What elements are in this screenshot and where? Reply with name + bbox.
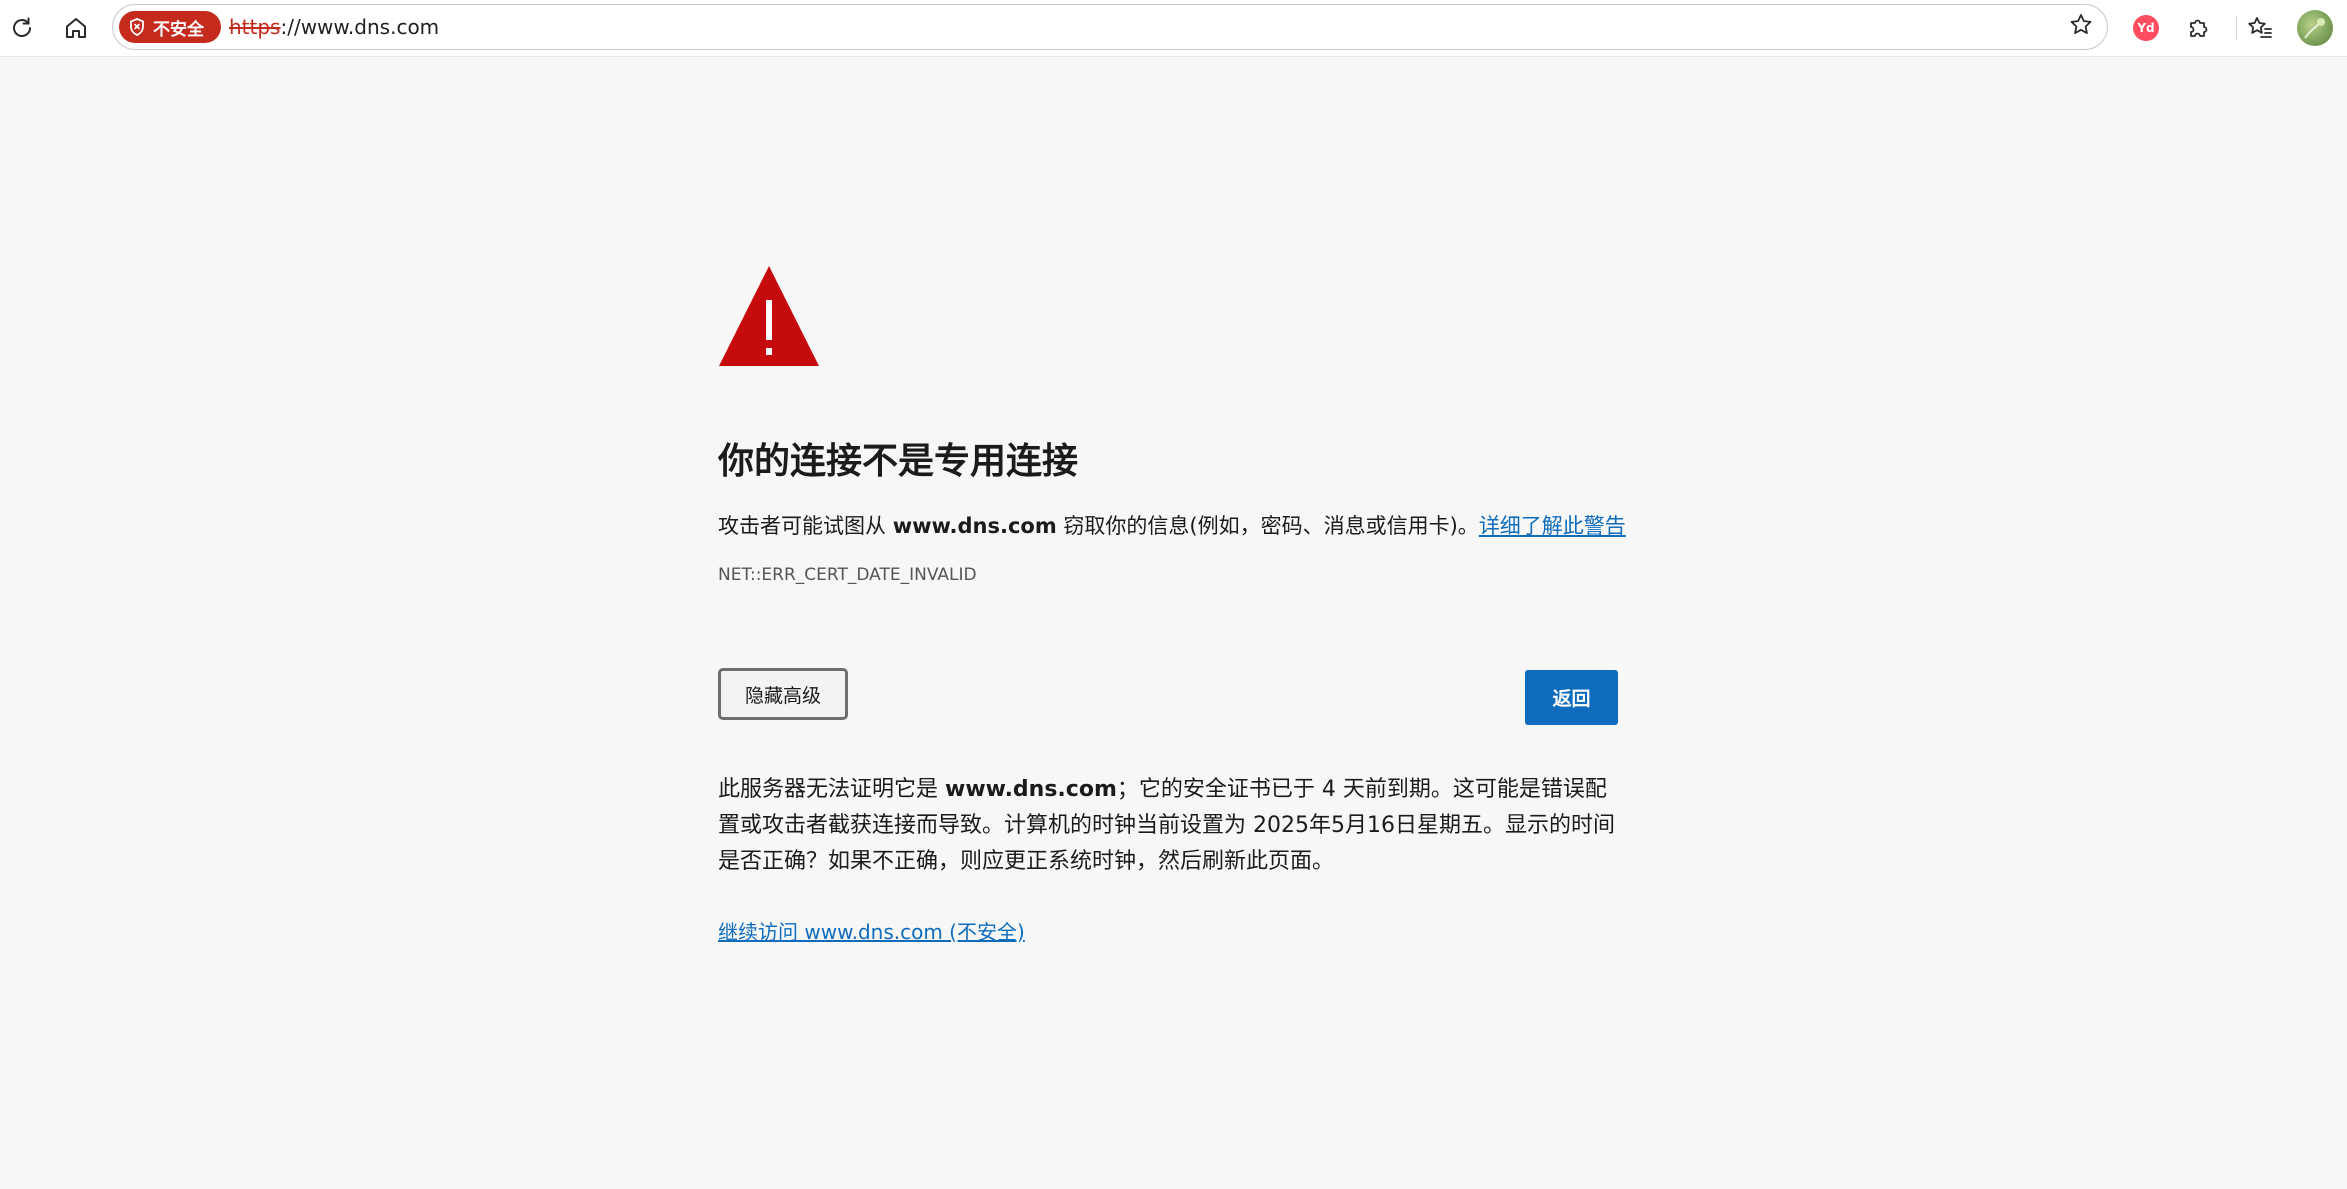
proceed-unsafe-link[interactable]: 继续访问 www.dns.com (不安全) bbox=[718, 916, 1025, 945]
desc-suffix: 窃取你的信息(例如，密码、消息或信用卡)。 bbox=[1056, 514, 1479, 538]
address-bar[interactable]: 不安全 https://www.dns.com bbox=[112, 4, 2108, 50]
details-host: www.dns.com bbox=[945, 777, 1117, 802]
refresh-icon bbox=[9, 15, 35, 41]
shield-warning-icon bbox=[129, 18, 145, 36]
url-host: ://www.dns.com bbox=[280, 15, 440, 39]
desc-host: www.dns.com bbox=[892, 514, 1057, 538]
toolbar-divider bbox=[2236, 16, 2237, 40]
warning-description: 攻击者可能试图从 www.dns.com 窃取你的信息(例如，密码、消息或信用卡… bbox=[718, 510, 1626, 540]
home-icon bbox=[63, 15, 89, 41]
profile-avatar[interactable] bbox=[2297, 10, 2333, 46]
star-outline-icon bbox=[2068, 12, 2094, 43]
not-secure-label: 不安全 bbox=[153, 19, 204, 40]
learn-more-link[interactable]: 详细了解此警告 bbox=[1479, 514, 1626, 538]
favorites-button[interactable] bbox=[2242, 10, 2278, 46]
youdao-extension-icon[interactable]: Yd bbox=[2133, 15, 2159, 41]
page-title: 你的连接不是专用连接 bbox=[718, 441, 1079, 482]
advanced-details: 此服务器无法证明它是 www.dns.com；它的安全证书已于 4 天前到期。这… bbox=[718, 772, 1623, 880]
home-button[interactable] bbox=[58, 10, 94, 46]
error-code: NET::ERR_CERT_DATE_INVALID bbox=[718, 565, 977, 585]
back-button[interactable]: 返回 bbox=[1525, 670, 1618, 725]
browser-toolbar: 不安全 https://www.dns.com Yd bbox=[0, 0, 2347, 57]
details-prefix: 此服务器无法证明它是 bbox=[718, 777, 945, 802]
hide-advanced-button[interactable]: 隐藏高级 bbox=[718, 668, 848, 720]
refresh-button[interactable] bbox=[4, 10, 40, 46]
favorites-list-icon bbox=[2246, 15, 2274, 41]
extensions-button[interactable] bbox=[2181, 10, 2217, 46]
add-favorite-button[interactable] bbox=[2067, 13, 2095, 41]
url-scheme: https bbox=[229, 15, 281, 39]
desc-prefix: 攻击者可能试图从 bbox=[718, 514, 893, 538]
warning-triangle-icon bbox=[718, 264, 820, 368]
puzzle-icon bbox=[2186, 15, 2212, 41]
not-secure-chip[interactable]: 不安全 bbox=[119, 11, 221, 43]
url-display[interactable]: https://www.dns.com bbox=[229, 16, 439, 38]
